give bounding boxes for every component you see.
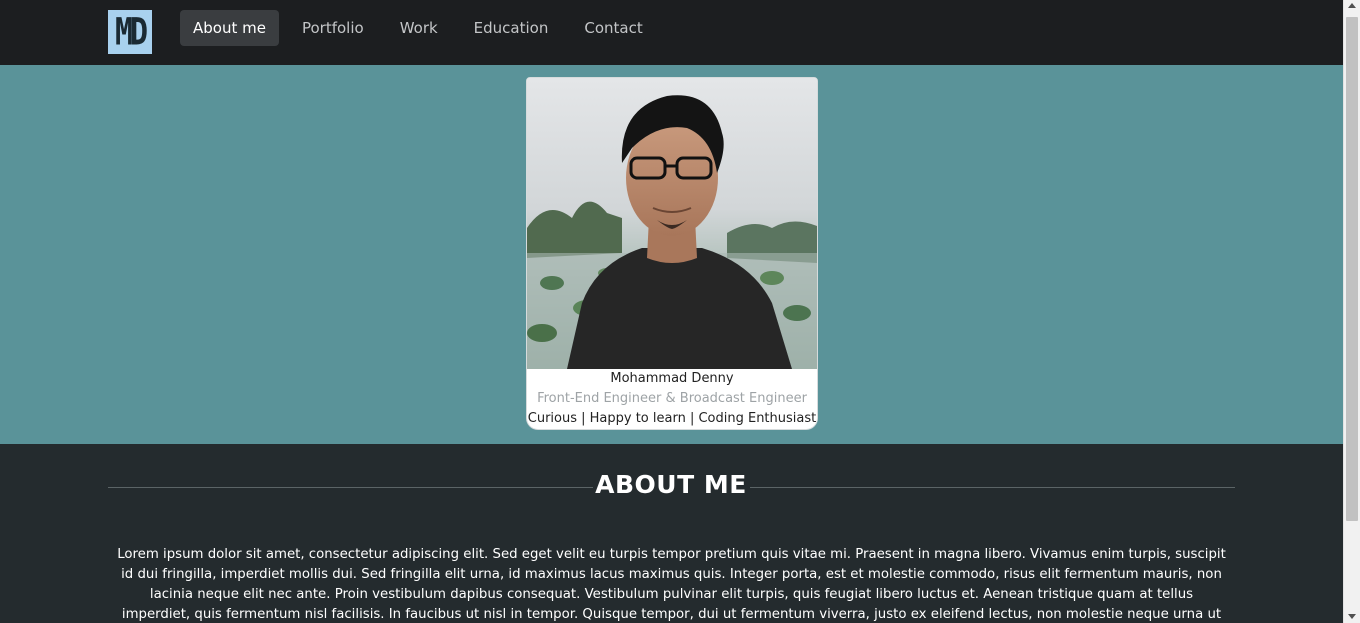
scroll-up-arrow-icon[interactable] <box>1348 3 1356 8</box>
profile-role: Front-End Engineer & Broadcast Engineer <box>537 391 807 406</box>
scrollbar-thumb[interactable] <box>1346 17 1358 521</box>
title-divider-left <box>108 487 593 488</box>
about-title: ABOUT ME <box>595 470 747 499</box>
profile-name: Mohammad Denny <box>610 371 734 386</box>
profile-card: Mohammad Denny Front-End Engineer & Broa… <box>526 77 818 430</box>
logo-text: MD <box>114 10 148 54</box>
main-nav: About me Portfolio Work Education Contac… <box>180 10 666 46</box>
navbar: MD About me Portfolio Work Education Con… <box>0 0 1343 65</box>
title-divider-right <box>750 487 1235 488</box>
scroll-down-arrow-icon[interactable] <box>1348 614 1356 619</box>
about-text: Lorem ipsum dolor sit amet, consectetur … <box>117 547 1226 622</box>
site-logo[interactable]: MD <box>108 10 152 54</box>
nav-item-work[interactable]: Work <box>387 10 451 46</box>
nav-item-contact[interactable]: Contact <box>571 10 655 46</box>
nav-item-education[interactable]: Education <box>461 10 562 46</box>
profile-photo <box>527 78 817 369</box>
page: MD About me Portfolio Work Education Con… <box>0 0 1343 623</box>
nav-item-about-me[interactable]: About me <box>180 10 279 46</box>
hero-section: Mohammad Denny Front-End Engineer & Broa… <box>0 65 1343 444</box>
vertical-scrollbar[interactable] <box>1343 0 1360 623</box>
profile-tagline: Curious | Happy to learn | Coding Enthus… <box>527 411 817 426</box>
about-section: ABOUT ME Lorem ipsum dolor sit amet, con… <box>0 444 1343 623</box>
nav-item-portfolio[interactable]: Portfolio <box>289 10 377 46</box>
